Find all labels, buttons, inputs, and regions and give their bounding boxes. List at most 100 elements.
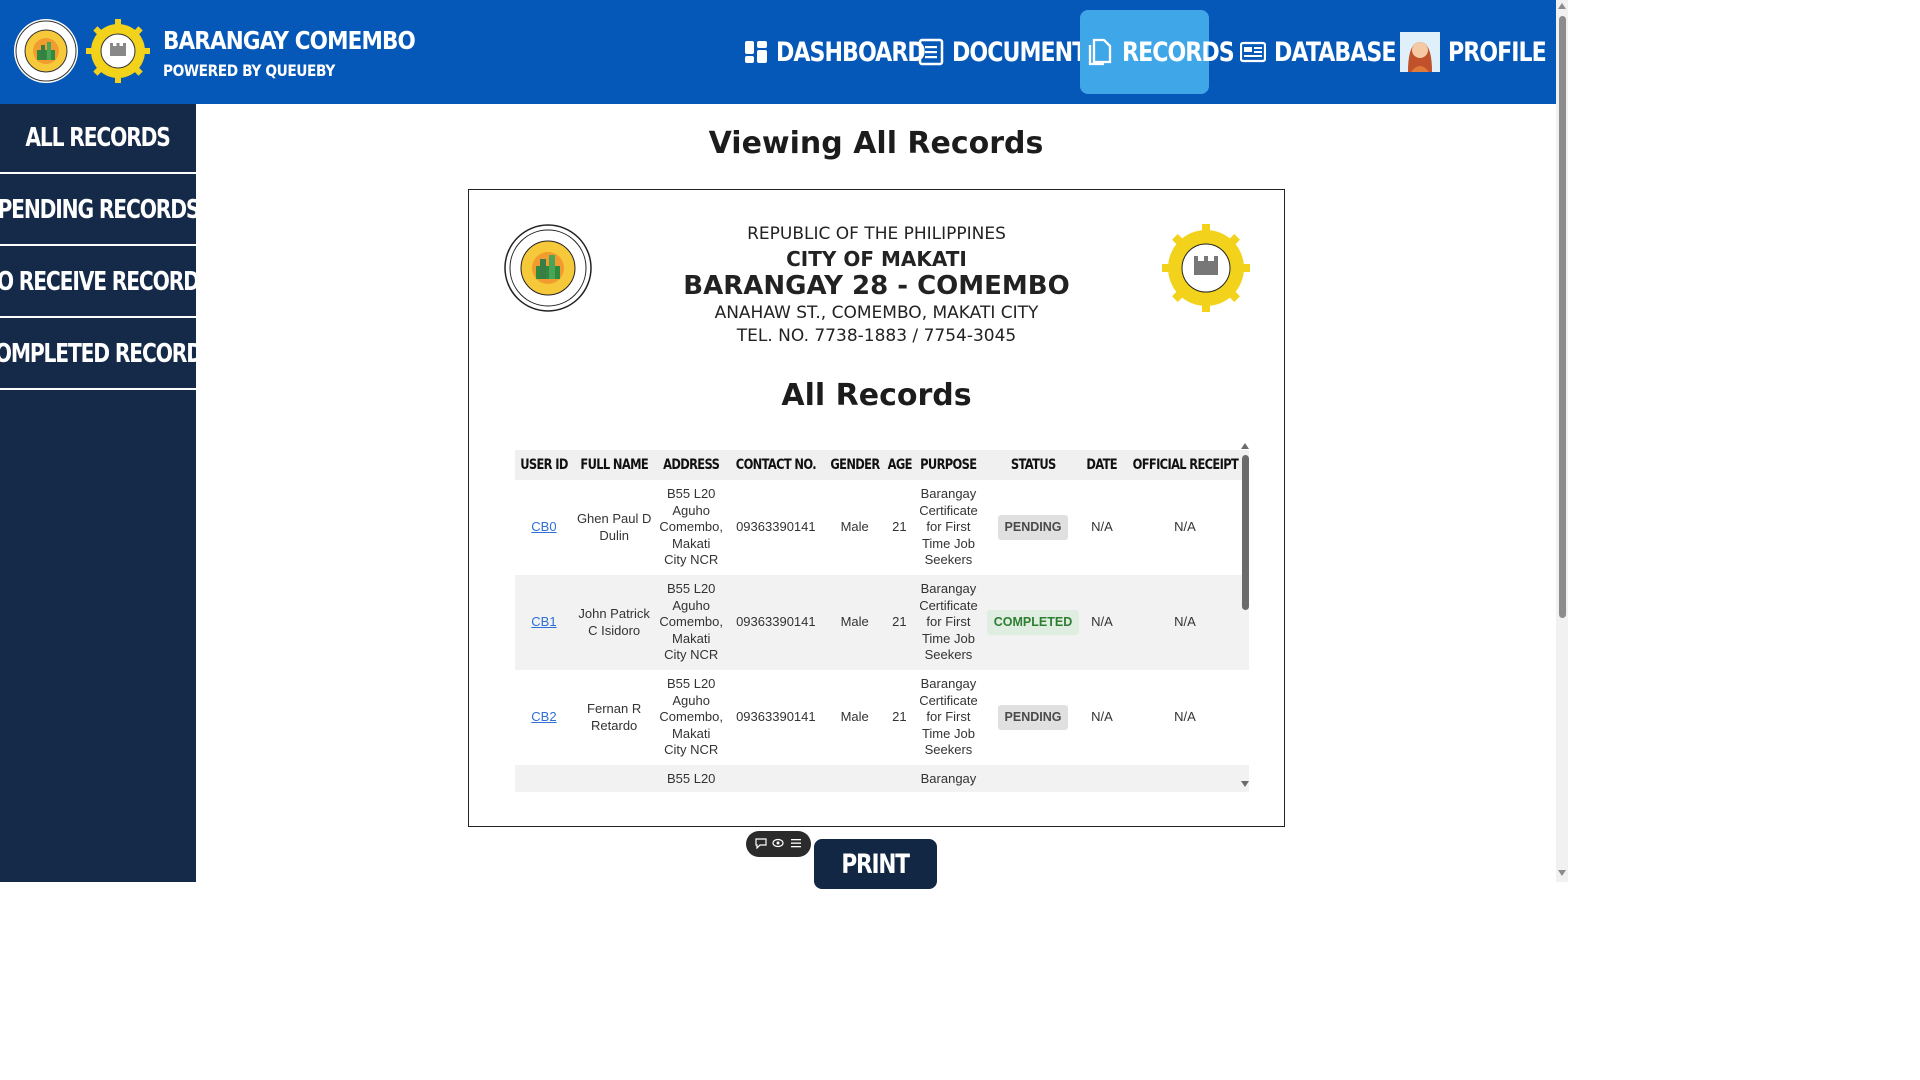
table-row: CB2 Fernan R Retardo B55 L20 Aguho Comem…: [515, 670, 1249, 765]
records-table: USER ID FULL NAME ADDRESS CONTACT NO. GE…: [515, 450, 1250, 792]
doc-subtitle: All Records: [781, 378, 972, 413]
top-navbar: BARANGAY COMEMBO POWERED BY QUEUEBY DASH…: [0, 0, 1556, 104]
floating-toolbar: [746, 831, 811, 857]
column-header-date: DATE: [1083, 450, 1121, 480]
table-header-row: USER ID FULL NAME ADDRESS CONTACT NO. GE…: [515, 450, 1250, 480]
cell-full-name: John Patrick C Isidoro: [578, 606, 650, 638]
cell-contact: 09363390141: [736, 614, 816, 630]
cell-contact: 09363390141: [736, 519, 816, 535]
sidebar: ALL RECORDS PENDING RECORDS TO RECEIVE R…: [0, 104, 216, 882]
table-row: CB1 John Patrick C Isidoro B55 L20 Aguho…: [515, 575, 1250, 670]
cell-official-receipt: N/A: [1174, 709, 1196, 725]
cell-address: B55 L20: [666, 771, 716, 786]
cell-full-name: [573, 765, 656, 792]
cell-purpose: Barangay Certificate for First Time Job …: [919, 676, 978, 758]
cell-purpose: Barangay: [920, 771, 977, 786]
cell-address: B55 L20 Aguho Comembo, Makati City NCR: [659, 581, 723, 663]
scroll-down-arrow-icon[interactable]: [1241, 781, 1249, 787]
records-icon: [1088, 38, 1114, 66]
status-badge: COMPLETED: [986, 610, 1080, 635]
table-scrollbar[interactable]: [1240, 443, 1250, 791]
cell-age: 21: [892, 519, 907, 535]
cell-age: 21: [892, 614, 907, 630]
cell-age: 21: [892, 709, 907, 725]
sidebar-item-pending-records[interactable]: PENDING RECORDS: [0, 176, 200, 246]
table-row: CB0 Ghen Paul D Dulin B55 L20 Aguho Come…: [515, 480, 1249, 575]
doc-header-barangay: BARANGAY 28 - COMEMBO: [683, 271, 1070, 301]
comment-icon[interactable]: [755, 837, 767, 852]
nav-database-label: DATABASE: [1274, 36, 1397, 68]
sidebar-item-all-records[interactable]: ALL RECORDS: [0, 104, 196, 174]
column-header-gender: GENDER: [824, 450, 885, 480]
nav-profile-label: PROFILE: [1448, 36, 1547, 68]
scroll-down-arrow-icon[interactable]: [1558, 870, 1566, 876]
sidebar-item-label: ALL RECORDS: [25, 123, 172, 153]
column-header-user-id: USER ID: [515, 450, 573, 480]
doc-header-republic: REPUBLIC OF THE PHILIPPINES: [747, 224, 1006, 244]
cell-gender: Male: [840, 709, 869, 725]
cell-purpose: Barangay Certificate for First Time Job …: [919, 486, 978, 568]
cell-full-name: Fernan R Retardo: [587, 701, 642, 733]
column-header-purpose: PURPOSE: [914, 450, 983, 480]
makati-seal-logo: [13, 18, 79, 84]
user-id-link[interactable]: CB0: [531, 519, 556, 534]
cell-official-receipt: N/A: [1174, 614, 1196, 630]
nav-records-label: RECORDS: [1122, 36, 1235, 68]
page-scrollbar[interactable]: [1556, 0, 1568, 882]
nav-dashboard[interactable]: DASHBOARD: [736, 10, 926, 94]
document-icon: [918, 38, 944, 66]
nav-profile[interactable]: PROFILE: [1392, 10, 1547, 94]
column-header-address: ADDRESS: [655, 450, 727, 480]
cell-user-id: [515, 765, 573, 792]
column-header-status: STATUS: [982, 450, 1084, 480]
cell-full-name: Ghen Paul D Dulin: [576, 511, 652, 543]
cell-contact: [727, 765, 825, 792]
cell-status: COMPLETED: [983, 575, 1083, 670]
brand-subtitle: POWERED BY QUEUEBY: [163, 61, 335, 80]
menu-icon[interactable]: [790, 837, 802, 852]
sidebar-item-completed-records[interactable]: COMPLETED RECORDS: [0, 320, 216, 390]
nav-dashboard-label: DASHBOARD: [776, 36, 926, 68]
cell-contact: 09363390141: [736, 709, 816, 725]
cell-address: B55 L20 Aguho Comembo, Makati City NCR: [659, 486, 723, 568]
cell-status: PENDING: [983, 480, 1083, 575]
user-id-link[interactable]: CB2: [531, 709, 556, 724]
table-scroll-thumb[interactable]: [1242, 455, 1249, 610]
dashboard-icon: [744, 39, 768, 65]
cell-status: [983, 765, 1083, 792]
column-header-contact-no: CONTACT NO.: [726, 450, 825, 480]
cell-gender: Male: [840, 519, 869, 535]
sidebar-item-to-receive-records[interactable]: TO RECEIVE RECORDS: [0, 248, 213, 318]
cell-date: N/A: [1091, 709, 1113, 725]
print-button[interactable]: PRINT: [814, 839, 937, 889]
comembo-seal-logo: [85, 18, 151, 84]
avatar: [1400, 32, 1440, 72]
brand-title: BARANGAY COMEMBO: [163, 26, 416, 55]
nav-records[interactable]: RECORDS: [1080, 10, 1235, 94]
status-badge: PENDING: [997, 515, 1069, 540]
database-icon: [1240, 39, 1266, 65]
user-id-link[interactable]: CB1: [531, 614, 556, 629]
doc-header-address: ANAHAW ST., COMEMBO, MAKATI CITY: [714, 303, 1039, 323]
nav-document[interactable]: DOCUMENT: [910, 10, 1087, 94]
records-document: REPUBLIC OF THE PHILIPPINES CITY OF MAKA…: [468, 189, 1285, 827]
table-row: B55 L20 Barangay: [515, 765, 1250, 792]
cell-official-receipt: N/A: [1174, 519, 1196, 535]
scroll-up-arrow-icon[interactable]: [1558, 3, 1566, 9]
column-header-full-name: FULL NAME: [572, 450, 656, 480]
page-scroll-thumb[interactable]: [1559, 16, 1566, 618]
doc-header-city: CITY OF MAKATI: [786, 247, 967, 271]
doc-header-telephone: TEL. NO. 7738-1883 / 7754-3045: [736, 326, 1017, 346]
eye-icon[interactable]: [772, 837, 785, 852]
cell-date: N/A: [1091, 519, 1113, 535]
column-header-official-receipt: OFFICIAL RECEIPT: [1120, 450, 1250, 480]
cell-date: N/A: [1091, 614, 1113, 630]
records-table-container[interactable]: USER ID FULL NAME ADDRESS CONTACT NO. GE…: [502, 436, 1252, 792]
scroll-up-arrow-icon[interactable]: [1241, 443, 1249, 449]
print-button-label: PRINT: [841, 848, 911, 880]
cell-age: [885, 765, 915, 792]
cell-date: [1083, 765, 1120, 792]
cell-official-receipt: [1121, 765, 1250, 792]
nav-database[interactable]: DATABASE: [1232, 10, 1397, 94]
column-header-age: AGE: [884, 450, 915, 480]
